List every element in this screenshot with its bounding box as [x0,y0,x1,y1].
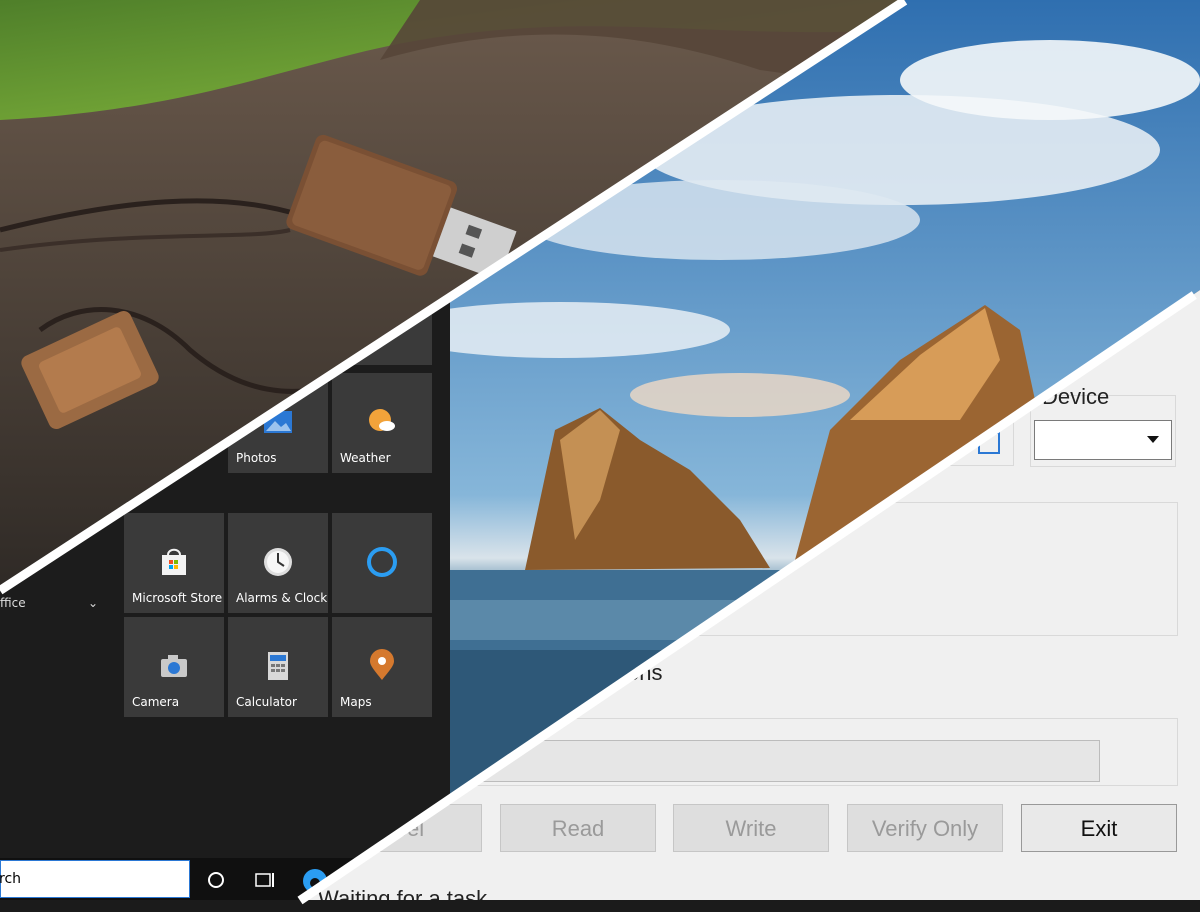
write-label: Write [725,816,777,841]
exit-button[interactable]: Exit [1021,804,1177,852]
tile-calculator[interactable]: Calculator [228,617,328,717]
weather-icon [369,409,395,431]
read-label: Read [551,816,605,841]
store-icon [162,548,186,575]
write-button[interactable]: Write [673,804,829,852]
alarm-clock-icon [264,548,292,576]
cortana-icon [367,547,397,577]
tile-camera[interactable]: Camera [124,617,224,717]
tile-label: Camera [132,695,180,709]
progress-bar [480,740,1100,782]
app-list-item-label: ffice [0,596,26,610]
tile-label: Calculator [236,695,297,709]
tile-alarms-clock[interactable]: Alarms & Clock [228,513,328,613]
cortana-circle-icon[interactable] [206,870,226,890]
device-dropdown[interactable] [1034,420,1172,460]
tile-weather[interactable]: Weather [332,373,432,473]
tile-label: Maps [340,695,372,709]
verify-only-button[interactable]: Verify Only [847,804,1003,852]
chevron-down-icon [1147,436,1159,443]
tile-microsoft-store[interactable]: Microsoft Store [124,513,224,613]
task-view-icon[interactable] [253,870,275,890]
exit-label: Exit [1080,816,1118,841]
tile-label: Weather [340,451,391,465]
tile-cortana[interactable] [332,513,432,613]
calculator-icon [268,652,288,680]
maps-icon [370,649,394,680]
chevron-down-icon: ⌄ [88,596,99,610]
camera-icon [161,655,187,677]
tile-label: Microsoft Store [132,591,223,605]
taskbar-search-input[interactable]: rch [0,860,190,898]
status-text: Waiting for a task. [318,886,494,911]
tile-label: Alarms & Clock [236,591,328,605]
tile-label: Photos [236,451,277,465]
tile-maps[interactable]: Maps [332,617,432,717]
verify-only-label: Verify Only [871,816,979,841]
read-button[interactable]: Read [500,804,656,852]
search-text: rch [0,871,22,887]
app-list-item[interactable]: ffice ⌄ [0,596,110,614]
